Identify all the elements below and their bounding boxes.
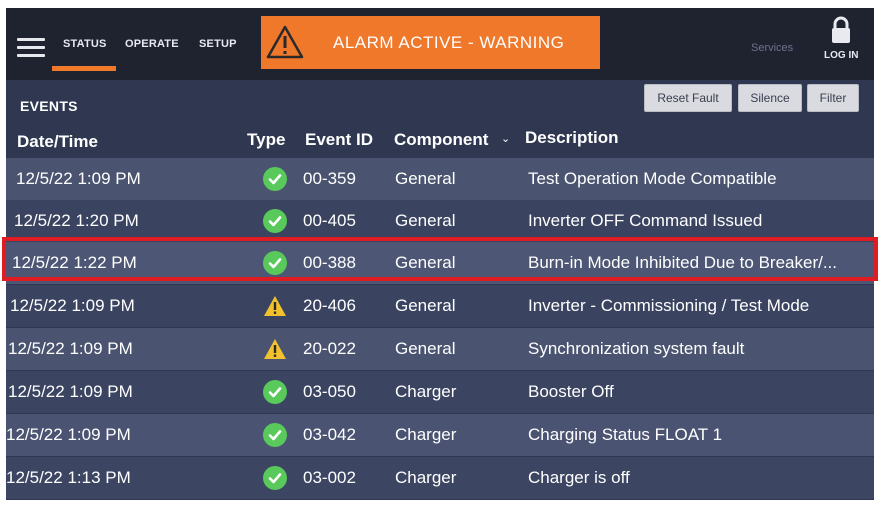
event-id: 00-388 — [303, 253, 356, 272]
services-link[interactable]: Services — [751, 42, 793, 54]
silence-button[interactable]: Silence — [738, 84, 802, 112]
alarm-text: ALARM ACTIVE - WARNING — [333, 33, 565, 52]
event-id: 03-042 — [303, 425, 356, 444]
event-datetime: 12/5/22 1:09 PM — [6, 425, 131, 444]
check-icon — [263, 380, 287, 404]
event-component: Charger — [395, 425, 457, 444]
event-description: Charging Status FLOAT 1 — [528, 425, 723, 444]
column-header-description[interactable]: Description — [525, 128, 619, 148]
check-icon — [263, 423, 287, 447]
event-datetime: 12/5/22 1:13 PM — [6, 468, 131, 487]
check-icon — [263, 209, 287, 233]
warning-icon — [263, 337, 287, 361]
table-row[interactable]: 12/5/22 1:22 PM 00-388 General Burn-in Mode… — [6, 242, 874, 284]
check-icon — [263, 167, 287, 191]
device-screen: STATUS OPERATE SETUP ALARM ACTIVE - WARN… — [6, 8, 874, 500]
chevron-down-icon[interactable]: ⌄ — [501, 132, 510, 145]
reset-fault-button[interactable]: Reset Fault — [644, 84, 732, 112]
column-header-event-id[interactable]: Event ID — [305, 130, 373, 150]
event-datetime: 12/5/22 1:20 PM — [14, 211, 139, 230]
event-description: Booster Off — [528, 382, 614, 401]
event-component: Charger — [395, 468, 457, 487]
menu-icon[interactable] — [17, 38, 45, 58]
event-component: General — [395, 253, 456, 272]
event-id: 20-022 — [303, 339, 356, 358]
top-bar: STATUS OPERATE SETUP ALARM ACTIVE - WARN… — [6, 8, 874, 80]
event-id: 00-359 — [303, 169, 356, 188]
table-row[interactable]: 12/5/22 1:20 PM 00-405 General Inverter OFF… — [6, 200, 874, 242]
event-component: General — [395, 296, 456, 315]
event-component: Charger — [395, 382, 457, 401]
event-description: Burn-in Mode Inhibited Due to Breaker/..… — [528, 253, 837, 272]
filter-button[interactable]: Filter — [807, 84, 859, 112]
table-row[interactable]: 12/5/22 1:09 PM 03-042 Charger Charging Sta… — [6, 414, 874, 456]
event-component: General — [395, 339, 456, 358]
table-row[interactable]: 12/5/22 1:09 PM 20-022 General Synchronizat… — [6, 328, 874, 370]
event-component: General — [395, 169, 456, 188]
event-id: 20-406 — [303, 296, 356, 315]
column-header-type[interactable]: Type — [247, 130, 285, 150]
warning-triangle-icon — [266, 25, 304, 59]
event-id: 00-405 — [303, 211, 356, 230]
event-datetime: 12/5/22 1:22 PM — [12, 253, 137, 272]
event-datetime: 12/5/22 1:09 PM — [16, 169, 141, 188]
event-datetime: 12/5/22 1:09 PM — [8, 339, 133, 358]
event-description: Synchronization system fault — [528, 339, 745, 358]
check-icon — [263, 466, 287, 490]
check-icon — [263, 251, 287, 275]
table-row[interactable]: 12/5/22 1:09 PM 20-406 General Inverter - C… — [6, 285, 874, 327]
events-title: EVENTS — [20, 98, 78, 114]
column-header-component[interactable]: Component — [394, 130, 488, 150]
tab-operate[interactable]: OPERATE — [125, 38, 179, 50]
event-id: 03-002 — [303, 468, 356, 487]
event-description: Test Operation Mode Compatible — [528, 169, 777, 188]
active-tab-indicator — [52, 66, 116, 71]
event-description: Inverter OFF Command Issued — [528, 211, 763, 230]
login-label[interactable]: LOG IN — [824, 50, 858, 61]
table-row[interactable]: 12/5/22 1:09 PM 00-359 General Test Operati… — [6, 158, 874, 200]
event-description: Inverter - Commissioning / Test Mode — [528, 296, 810, 315]
event-datetime: 12/5/22 1:09 PM — [8, 382, 133, 401]
event-description: Charger is off — [528, 468, 630, 487]
table-row[interactable]: 12/5/22 1:09 PM 03-050 Charger Booster Off — [6, 371, 874, 413]
warning-icon — [263, 294, 287, 318]
table-row[interactable]: 12/5/22 1:13 PM 03-002 Charger Charger is o… — [6, 457, 874, 499]
tab-status[interactable]: STATUS — [63, 38, 107, 50]
event-component: General — [395, 211, 456, 230]
event-datetime: 12/5/22 1:09 PM — [10, 296, 135, 315]
column-header-datetime[interactable]: Date/Time — [17, 132, 98, 152]
lock-icon[interactable] — [829, 16, 853, 44]
alarm-banner[interactable]: ALARM ACTIVE - WARNING — [261, 16, 600, 69]
event-id: 03-050 — [303, 382, 356, 401]
tab-setup[interactable]: SETUP — [199, 38, 237, 50]
